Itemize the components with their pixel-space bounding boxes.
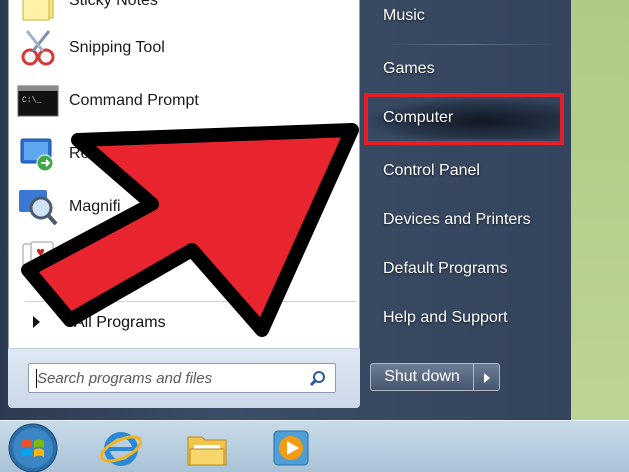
programs-pane: Sticky Notes Snipping Tool C:\_ Command … [8, 0, 360, 408]
nav-item-label: Help and Support [383, 309, 508, 326]
shutdown-options-button[interactable] [474, 363, 500, 391]
nav-item-label: Computer [383, 109, 454, 126]
nav-item-label: Default Programs [383, 260, 508, 277]
program-label: Magnifi [69, 198, 121, 215]
nav-item-devices-and-printers[interactable]: Devices and Printers [368, 201, 560, 241]
magnifier-icon [19, 190, 58, 226]
nav-item-label: Devices and Printers [383, 211, 531, 228]
taskbar [0, 420, 629, 472]
nav-item-default-programs[interactable]: Default Programs [368, 250, 560, 290]
chevron-right-icon [33, 316, 40, 328]
internet-explorer-icon[interactable] [98, 425, 144, 471]
media-player-icon[interactable] [268, 425, 314, 471]
program-label: Snipping Tool [69, 39, 165, 56]
search-icon[interactable] [309, 370, 327, 388]
program-item-magnifier[interactable]: Magnifi [9, 182, 359, 232]
program-item-snipping-tool[interactable]: Snipping Tool [9, 23, 359, 73]
program-label: Sticky Notes [69, 0, 158, 9]
nav-item-label: Music [383, 7, 425, 24]
nav-item-computer[interactable]: Computer [368, 99, 560, 139]
windows-explorer-icon[interactable] [184, 425, 230, 471]
nav-item-control-panel[interactable]: Control Panel [368, 152, 560, 192]
chevron-right-icon [484, 373, 490, 383]
nav-item-music[interactable]: Music [368, 0, 560, 37]
nav-item-label: Games [383, 60, 435, 77]
svg-text:♥: ♥ [36, 248, 45, 259]
all-programs-button[interactable]: All Programs [19, 310, 349, 338]
svg-text:C:\_: C:\_ [22, 96, 41, 105]
nav-item-label: Control Panel [383, 162, 480, 179]
remote-desktop-icon [20, 138, 54, 172]
nav-separator [380, 44, 558, 45]
start-menu: Sticky Notes Snipping Tool C:\_ Command … [0, 0, 571, 420]
all-programs-label: All Programs [74, 314, 166, 331]
program-item-remote-desktop[interactable]: Re [9, 129, 359, 179]
program-item-command-prompt[interactable]: C:\_ Command Prompt [9, 76, 359, 126]
program-label: Command Prompt [69, 92, 199, 109]
search-box[interactable] [28, 363, 336, 393]
programs-separator [25, 301, 357, 302]
program-label: Re [69, 145, 90, 162]
snipping-tool-icon [21, 30, 55, 66]
solitaire-icon: ♥ [22, 241, 54, 275]
command-prompt-icon: C:\_ [17, 85, 59, 117]
windows-start-orb-icon[interactable] [6, 421, 60, 472]
sticky-notes-icon [22, 0, 54, 21]
nav-item-help-and-support[interactable]: Help and Support [368, 299, 560, 339]
search-input[interactable] [37, 368, 307, 388]
nav-item-games[interactable]: Games [368, 50, 560, 90]
shutdown-button[interactable]: Shut down [370, 363, 474, 391]
program-item-solitaire[interactable]: ♥ [9, 234, 359, 284]
search-area [8, 348, 360, 408]
desktop-background [571, 0, 629, 420]
